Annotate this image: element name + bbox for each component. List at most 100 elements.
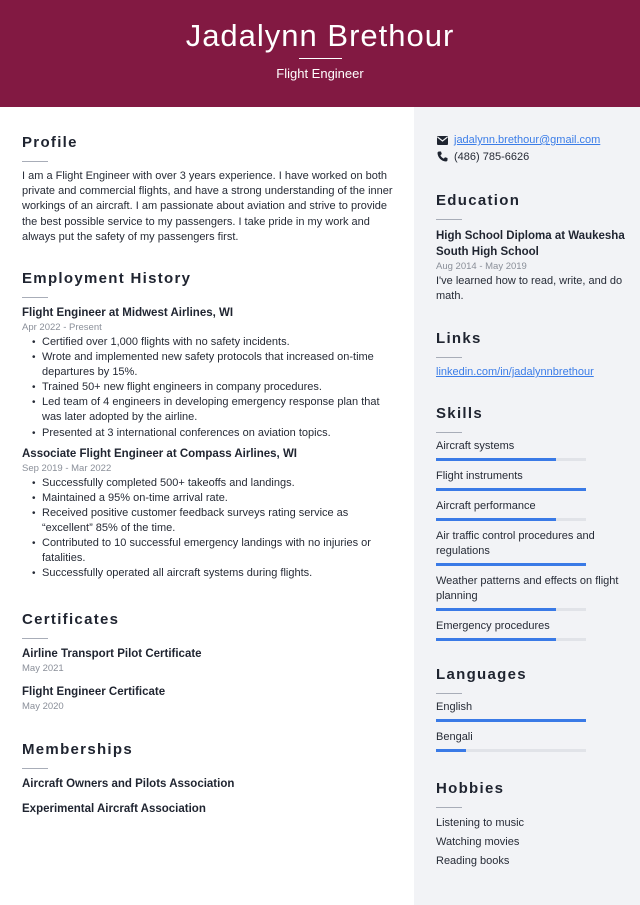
memberships-section: Memberships Aircraft Owners and Pilots A…: [22, 741, 394, 817]
education-degree: High School Diploma at Waukesha South Hi…: [436, 230, 625, 258]
skill-level-fill: [436, 518, 556, 521]
skill-level-bar: [436, 638, 586, 641]
employment-heading: Employment History: [22, 270, 192, 287]
section-divider: [22, 161, 48, 162]
skill-level-bar: [436, 563, 586, 566]
skill-name: Flight instruments: [436, 470, 523, 482]
candidate-title: Flight Engineer: [276, 66, 364, 81]
certificate-date: May 2020: [22, 701, 64, 712]
skill-level-fill: [436, 608, 556, 611]
section-divider: [22, 297, 48, 298]
language-item: English: [436, 700, 626, 722]
job-bullet: Successfully completed 500+ takeoffs and…: [32, 476, 394, 491]
certificate-item: Flight Engineer Certificate May 2020: [22, 685, 394, 713]
skill-level-fill: [436, 458, 556, 461]
education-heading: Education: [436, 192, 521, 209]
job-bullet: Wrote and implemented new safety protoco…: [32, 350, 394, 380]
phone-number: (486) 785-6626: [454, 150, 530, 163]
languages-heading: Languages: [436, 666, 527, 683]
section-divider: [436, 693, 462, 694]
skill-item: Flight instruments: [436, 469, 626, 491]
skills-section: Skills Aircraft systems Flight instrumen…: [436, 405, 626, 641]
language-level-bar: [436, 749, 586, 752]
skill-level-bar: [436, 608, 586, 611]
resume-header: Jadalynn Brethour Flight Engineer: [0, 0, 640, 107]
job-dates: Sep 2019 - Mar 2022: [22, 462, 112, 474]
profile-heading: Profile: [22, 134, 78, 151]
language-item: Bengali: [436, 730, 626, 752]
section-divider: [436, 357, 462, 358]
job-bullet: Trained 50+ new flight engineers in comp…: [32, 380, 394, 395]
contact-section: jadalynn.brethour@gmail.com (486) 785-66…: [436, 133, 626, 164]
languages-section: Languages English Bengali: [436, 666, 626, 752]
certificates-section: Certificates Airline Transport Pilot Cer…: [22, 611, 394, 713]
skills-list: Aircraft systems Flight instruments Airc…: [436, 439, 626, 641]
header-divider: [299, 58, 342, 59]
membership-item: Experimental Aircraft Association: [22, 803, 206, 815]
certificate-item: Airline Transport Pilot Certificate May …: [22, 647, 394, 675]
skill-item: Emergency procedures: [436, 619, 626, 641]
profile-section: Profile I am a Flight Engineer with over…: [22, 134, 394, 245]
education-section: Education High School Diploma at Waukesh…: [436, 192, 626, 304]
contact-phone-row: (486) 785-6626: [436, 149, 626, 164]
skill-level-bar: [436, 518, 586, 521]
phone-icon: [436, 151, 448, 163]
certificates-heading: Certificates: [22, 611, 120, 628]
certificate-name: Airline Transport Pilot Certificate: [22, 648, 202, 660]
job-dates: Apr 2022 - Present: [22, 322, 102, 333]
job-entry: Associate Flight Engineer at Compass Air…: [22, 447, 394, 582]
section-divider: [22, 638, 48, 639]
hobby-item: Listening to music: [436, 817, 525, 829]
envelope-icon: [436, 135, 448, 147]
job-bullets: Certified over 1,000 flights with no saf…: [32, 335, 394, 441]
skill-item: Aircraft systems: [436, 439, 626, 461]
skill-name: Air traffic control procedures and regul…: [436, 530, 595, 557]
language-level-bar: [436, 719, 586, 722]
skill-item: Aircraft performance: [436, 499, 626, 521]
education-description: I've learned how to read, write, and do …: [436, 275, 623, 303]
section-divider: [436, 807, 462, 808]
certificate-name: Flight Engineer Certificate: [22, 686, 166, 698]
skills-heading: Skills: [436, 405, 483, 422]
language-name: English: [436, 701, 473, 713]
skill-item: Air traffic control procedures and regul…: [436, 529, 626, 566]
job-bullet: Certified over 1,000 flights with no saf…: [32, 335, 394, 350]
membership-item: Aircraft Owners and Pilots Association: [22, 778, 235, 790]
skill-name: Aircraft systems: [436, 440, 515, 452]
skill-level-fill: [436, 563, 586, 566]
section-divider: [22, 768, 48, 769]
hobby-item: Reading books: [436, 855, 510, 867]
candidate-name: Jadalynn Brethour: [185, 18, 455, 53]
job-bullet: Maintained a 95% on-time arrival rate.: [32, 491, 394, 506]
job-bullet: Led team of 4 engineers in developing em…: [32, 395, 394, 425]
employment-section: Employment History Flight Engineer at Mi…: [22, 270, 394, 581]
job-bullet: Contributed to 10 successful emergency l…: [32, 536, 394, 566]
skill-name: Emergency procedures: [436, 620, 550, 632]
section-divider: [436, 219, 462, 220]
hobbies-section: Hobbies Listening to music Watching movi…: [436, 780, 626, 871]
email-link[interactable]: jadalynn.brethour@gmail.com: [454, 133, 600, 148]
contact-email-row: jadalynn.brethour@gmail.com: [436, 133, 626, 148]
job-bullet: Presented at 3 international conferences…: [32, 426, 394, 441]
skill-level-fill: [436, 488, 586, 491]
job-bullet: Received positive customer feedback surv…: [32, 506, 394, 536]
job-entry: Flight Engineer at Midwest Airlines, WI …: [22, 306, 394, 441]
linkedin-link[interactable]: linkedin.com/in/jadalynnbrethour: [436, 365, 626, 380]
languages-list: English Bengali: [436, 700, 626, 752]
certificate-date: May 2021: [22, 663, 64, 674]
skill-level-bar: [436, 458, 586, 461]
job-title: Associate Flight Engineer at Compass Air…: [22, 447, 297, 460]
links-heading: Links: [436, 330, 482, 347]
job-bullets: Successfully completed 500+ takeoffs and…: [32, 476, 394, 582]
language-level-fill: [436, 719, 586, 722]
hobbies-heading: Hobbies: [436, 780, 505, 797]
skill-name: Aircraft performance: [436, 500, 536, 512]
language-name: Bengali: [436, 731, 473, 743]
links-section: Links linkedin.com/in/jadalynnbrethour: [436, 330, 626, 380]
memberships-heading: Memberships: [22, 741, 133, 758]
section-divider: [436, 432, 462, 433]
skill-item: Weather patterns and effects on flight p…: [436, 574, 626, 611]
skill-name: Weather patterns and effects on flight p…: [436, 575, 619, 602]
education-dates: Aug 2014 - May 2019: [436, 261, 527, 272]
job-title: Flight Engineer at Midwest Airlines, WI: [22, 307, 234, 319]
